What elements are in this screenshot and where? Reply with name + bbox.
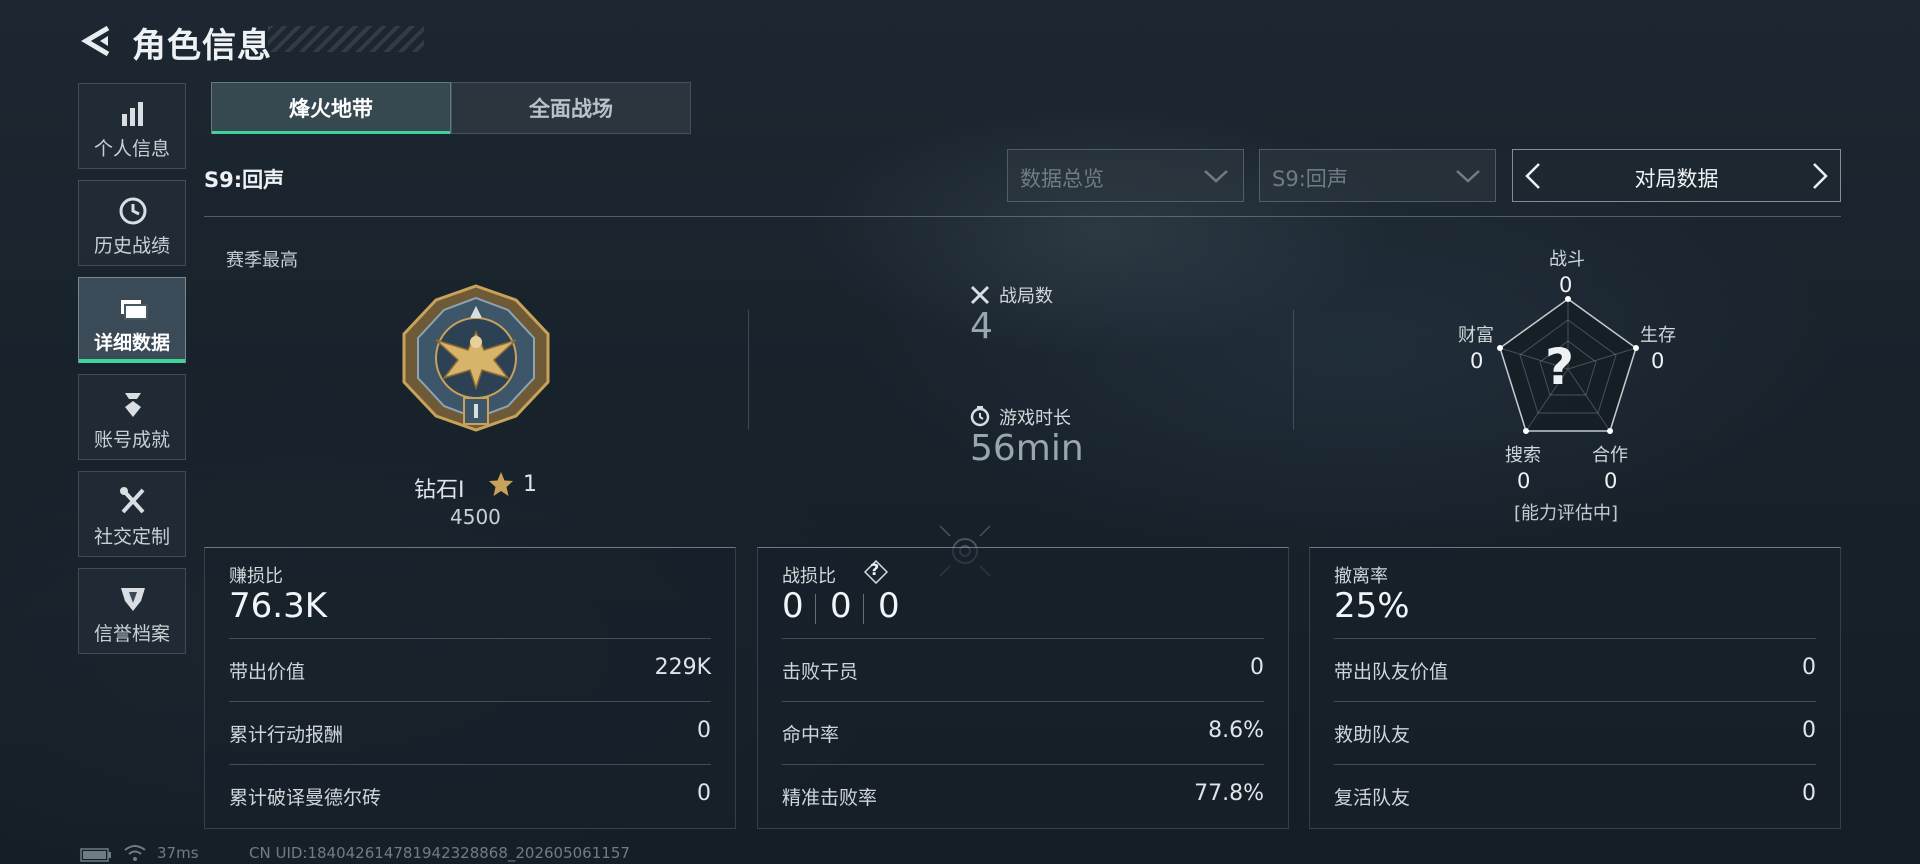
help-glyph: ? — [870, 560, 880, 579]
profit-title: 赚损比 — [229, 566, 283, 587]
table-row: 精准击败率 77.8% — [782, 764, 1264, 828]
tab-beacon-zone[interactable]: 烽火地带 — [211, 82, 451, 134]
data-pager: 对局数据 — [1512, 149, 1841, 202]
radar-status: [能力评估中] — [1514, 503, 1619, 524]
sidebar-item-label: 个人信息 — [93, 138, 170, 160]
matches-value: 4 — [970, 306, 993, 347]
star-icon — [489, 472, 513, 496]
profit-value: 76.3K — [229, 586, 327, 626]
profit-card: 赚损比 76.3K 带出价值 229K 累计行动报酬 0 累计破译曼德尔砖 0 — [204, 547, 736, 829]
uid-text: CN UID:18404261478194232886​8_2026050611… — [249, 844, 630, 862]
chevron-right-icon[interactable] — [1810, 162, 1830, 190]
page-title: 角色信息 — [132, 26, 272, 66]
season-label: S9:回声 — [204, 168, 285, 192]
sidebar-item-label: 信誉档案 — [93, 623, 170, 645]
table-row: 累计破译曼德尔砖 0 — [229, 764, 711, 828]
radar-label-search: 搜索 — [1505, 445, 1541, 466]
tab-total-war[interactable]: 全面战场 — [451, 82, 691, 134]
combat-card: 战损比 ? 0 0 0 击败干员 0 命中率 8.6% 精准击败率 77.8% — [757, 547, 1289, 829]
radar-label-combat: 战斗 — [1549, 249, 1585, 270]
table-row: 累计行动报酬 0 — [229, 701, 711, 765]
radar-value-wealth: 0 — [1470, 349, 1484, 373]
stopwatch-icon — [970, 406, 990, 427]
clock-icon — [119, 197, 147, 225]
rank-star-count: 1 — [523, 472, 537, 497]
extract-value: 25% — [1334, 586, 1410, 626]
pager-label: 对局数据 — [1634, 167, 1719, 191]
sidebar-item-achievements[interactable]: 账号成就 — [78, 374, 186, 460]
sidebar-item-reputation[interactable]: 信誉档案 — [78, 568, 186, 654]
radar-value-combat: 0 — [1559, 273, 1573, 297]
radar-value-survival: 0 — [1651, 349, 1665, 373]
table-row: 带出价值 229K — [229, 638, 711, 702]
table-row: 复活队友 0 — [1334, 764, 1816, 828]
overview-dropdown[interactable]: 数据总览 — [1007, 149, 1244, 202]
extract-card: 撤离率 25% 带出队友价值 0 救助队友 0 复活队友 0 — [1309, 547, 1841, 829]
crossed-swords-icon — [970, 285, 990, 305]
back-arrow-icon[interactable] — [80, 24, 114, 58]
shield-icon — [121, 588, 145, 611]
table-row: 救助队友 0 — [1334, 701, 1816, 765]
table-row: 击败干员 0 — [782, 638, 1264, 702]
rank-name: 钻石I — [414, 478, 465, 503]
combat-title: 战损比 — [782, 566, 836, 587]
radar-value-search: 0 — [1517, 469, 1531, 493]
table-row: 命中率 8.6% — [782, 701, 1264, 765]
season-dropdown[interactable]: S9:回声 — [1259, 149, 1496, 202]
sidebar-item-social[interactable]: 社交定制 — [78, 471, 186, 557]
duration-value: 56min — [970, 428, 1084, 469]
sidebar-item-detailed-data[interactable]: 详细数据 — [78, 277, 186, 363]
chevron-down-icon — [1456, 170, 1480, 183]
season-best-label: 赛季最高 — [226, 250, 298, 271]
combat-segment-1: 0 — [782, 586, 804, 626]
wifi-icon — [124, 845, 146, 861]
sidebar-item-label: 历史战绩 — [93, 235, 170, 257]
sidebar-item-label: 社交定制 — [93, 526, 170, 548]
sidebar-item-label: 详细数据 — [93, 332, 170, 354]
radar-label-cooperation: 合作 — [1592, 445, 1628, 466]
combat-segment-2: 0 — [830, 586, 852, 626]
matches-label: 战局数 — [999, 286, 1053, 307]
sidebar-item-history[interactable]: 历史战绩 — [78, 180, 186, 266]
radar-label-survival: 生存 — [1640, 325, 1676, 346]
tools-icon — [120, 487, 145, 514]
duration-label: 游戏时长 — [999, 408, 1071, 429]
divider — [1293, 310, 1294, 430]
radar-unknown-glyph: ? — [1545, 338, 1575, 396]
extract-title: 撤离率 — [1334, 566, 1388, 587]
rank-medal-icon — [402, 284, 550, 432]
divider — [748, 310, 749, 430]
segment-divider — [863, 594, 864, 624]
medal-icon — [125, 393, 141, 417]
segment-divider — [815, 594, 816, 624]
rank-points: 4500 — [450, 505, 501, 529]
battery-icon — [80, 848, 111, 862]
sidebar-item-label: 账号成就 — [93, 429, 170, 451]
title-decoration — [268, 26, 424, 52]
bar-chart-icon — [122, 102, 143, 126]
ping-value: 37ms — [157, 844, 199, 862]
radar-value-cooperation: 0 — [1604, 469, 1618, 493]
chevron-down-icon — [1204, 170, 1228, 183]
sidebar-item-personal-info[interactable]: 个人信息 — [78, 83, 186, 169]
combat-segment-3: 0 — [878, 586, 900, 626]
divider — [204, 216, 1841, 217]
folder-icon — [121, 300, 148, 320]
table-row: 带出队友价值 0 — [1334, 638, 1816, 702]
radar-label-wealth: 财富 — [1458, 325, 1494, 346]
